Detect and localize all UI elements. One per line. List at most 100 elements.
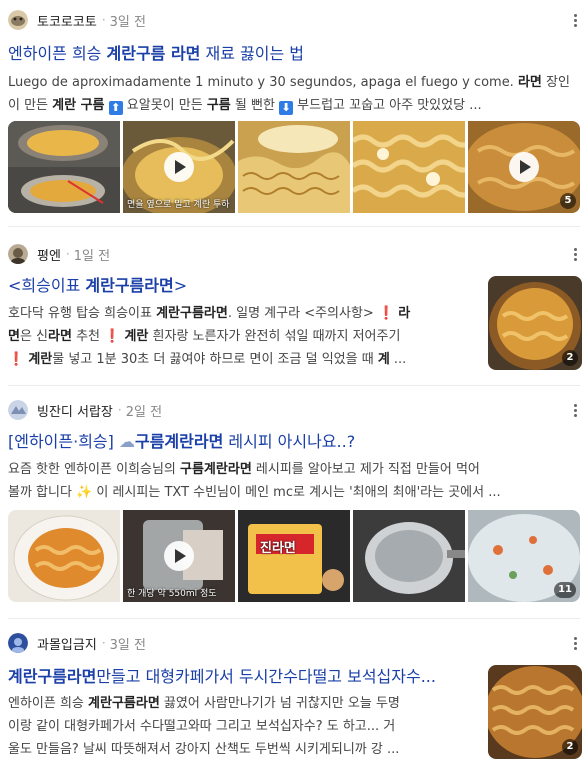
desc-text: 볼까 합니다 ✨ 이 레시피는 TXT 수빈님이 메인 mc로 계시는 '최애의… [8, 485, 501, 500]
title-text: [엔하이픈·희승] [8, 432, 119, 451]
product-label: 진라면 [260, 541, 296, 556]
post-4: 과몰입금지 · 3일 전 계란구름라면만들고 대형카페가서 두시간수다떨고 보석… [0, 619, 588, 774]
author-name[interactable]: 빙잔디 서랍장 [37, 401, 113, 420]
post-title[interactable]: 계란구름라면만들고 대형카페가서 두시간수다떨고 보석십자수... [8, 667, 474, 687]
author-avatar[interactable] [8, 244, 28, 264]
post-video[interactable]: 5 [468, 121, 580, 213]
desc-text: 이랑 같이 대형카페가서 수다떨고와따 그리고 보석십자수? 도 하고... 거 [8, 719, 396, 734]
image-strip: 면을 옆으로 밀고 계란 투하 5 [8, 121, 580, 213]
author-avatar[interactable] [8, 633, 28, 653]
post-thumbnail[interactable]: 2 [488, 665, 582, 759]
post-image[interactable]: 11 [468, 510, 580, 602]
image-caption: 면을 옆으로 밀고 계란 투하 [127, 200, 230, 210]
post-author-row: 과몰입금지 · 3일 전 [8, 633, 146, 653]
title-text: > [173, 276, 188, 295]
post-title[interactable]: [엔하이픈·희승] ☁구름계란라면 레시피 아시나요..? [8, 432, 568, 452]
post-time: 3일 전 [109, 637, 146, 653]
more-options-icon[interactable] [568, 244, 582, 264]
red-exclamation-emoji: ❗ [104, 329, 121, 344]
post-video[interactable]: 면을 옆으로 밀고 계란 투하 [123, 121, 235, 213]
desc-keyword: 라면 [517, 75, 542, 90]
desc-text: 부드럽고 꼬숩고 아주 맛있었당 ... [293, 98, 482, 113]
title-keyword: 계란구름 라면 [106, 44, 201, 63]
desc-text: 추천 [71, 329, 105, 344]
image-count-badge: 5 [560, 193, 576, 209]
author-name[interactable]: 과몰입금지 [37, 634, 97, 653]
desc-keyword: 라면 [48, 329, 72, 344]
desc-text: 흰자랑 노른자가 완전히 섞일 때까지 저어주기 [148, 329, 401, 344]
title-keyword: 구름계란라면 [134, 432, 224, 451]
author-name[interactable]: 토코로코토 [37, 11, 97, 30]
post-author-row: 토코로코토 · 3일 전 [8, 10, 146, 30]
cloud-emoji: ☁ [118, 432, 135, 451]
desc-text: . 일명 계구라 <주의사항> [227, 306, 378, 321]
post-1: 토코로코토 · 3일 전 엔하이픈 희승 계란구름 라면 재료 끓이는 법 Lu… [0, 0, 588, 225]
post-thumbnail[interactable]: 2 [488, 276, 582, 370]
play-icon[interactable] [509, 152, 539, 182]
desc-text: 요알못이 만든 [122, 98, 207, 113]
post-author-row: 평엔 · 1일 전 [8, 244, 110, 264]
post-time: 3일 전 [109, 14, 146, 30]
play-icon[interactable] [164, 152, 194, 182]
desc-text: 울도 만들음? 날씨 따뜻해져서 강아지 산책도 두번씩 시키게되니까 강 ..… [8, 742, 400, 757]
post-description: Luego de aproximadamente 1 minuto y 30 s… [8, 71, 580, 117]
more-options-icon[interactable] [568, 633, 582, 653]
desc-keyword: 계 [377, 352, 390, 367]
post-title[interactable]: <희승이표 계란구름라면> [8, 276, 478, 296]
separator-dot: · [65, 247, 70, 261]
desc-keyword: 계란 구름 [52, 98, 105, 113]
desc-keyword: 계란 [124, 329, 149, 344]
post-title[interactable]: 엔하이픈 희승 계란구름 라면 재료 끓이는 법 [8, 44, 568, 64]
title-keyword: 계란구름라면 [85, 276, 174, 295]
post-description: 요즘 핫한 엔하이픈 이희승님의 구름계란라면 레시피를 알아보고 제가 직접 … [8, 458, 580, 504]
red-exclamation-emoji: ❗ [8, 352, 25, 367]
post-author-row: 빙잔디 서랍장 · 2일 전 [8, 400, 162, 420]
desc-text: 물 넣고 1분 30초 더 끓여야 하므로 면이 조금 덜 익었을 때 [52, 352, 378, 367]
post-description: 호다닥 유행 탑승 희승이표 계란구름라면. 일명 계구라 <주의사항> ❗ 라… [8, 302, 478, 371]
post-image[interactable]: 진라면 [238, 510, 350, 602]
desc-keyword: 계란구름라면 [156, 306, 228, 321]
post-image[interactable] [353, 510, 465, 602]
desc-keyword: 계란구름라면 [88, 696, 160, 711]
title-text: <희승이표 [8, 276, 86, 295]
title-text: 만들고 대형카페가서 두시간수다떨고 보석십자수... [96, 667, 436, 686]
post-time: 2일 전 [125, 404, 163, 420]
post-description: 엔하이픈 희승 계란구름라면 끓였어 사람만나기가 넘 귀찮지만 오늘 두명 이… [8, 692, 478, 761]
desc-text: Luego de aproximadamente 1 minuto y 30 s… [8, 75, 518, 90]
image-strip: 한 개당 약 550ml 정도 진라면 11 [8, 510, 580, 602]
image-count-badge: 2 [562, 350, 578, 366]
desc-text: 레시피를 알아보고 제가 직접 만들어 먹어 [251, 462, 480, 477]
post-image[interactable] [8, 121, 120, 213]
post-image[interactable] [8, 510, 120, 602]
separator-dot: · [117, 403, 122, 417]
more-options-icon[interactable] [568, 400, 582, 420]
post-image[interactable] [238, 121, 350, 213]
desc-text: 엔하이픈 희승 [8, 696, 89, 711]
desc-text: 이 만든 [8, 98, 53, 113]
desc-text: 은 신 [19, 329, 49, 344]
desc-text: 될 뻔한 [230, 98, 280, 113]
post-time: 1일 전 [73, 248, 111, 264]
separator-dot: · [101, 636, 106, 650]
desc-text: 장인 [541, 75, 570, 90]
desc-text: 끓였어 사람만나기가 넘 귀찮지만 오늘 두명 [159, 696, 400, 711]
up-arrow-emoji: ⬆ [108, 101, 123, 115]
red-exclamation-emoji: ❗ [377, 306, 395, 321]
desc-text: 호다닥 유행 탑승 희승이표 [8, 306, 157, 321]
post-3: 빙잔디 서랍장 · 2일 전 [엔하이픈·희승] ☁구름계란라면 레시피 아시나… [0, 386, 588, 613]
title-text: 레시피 아시나요..? [223, 432, 356, 451]
desc-keyword: 면 [8, 329, 20, 344]
author-avatar[interactable] [8, 10, 28, 30]
post-video[interactable]: 한 개당 약 550ml 정도 [123, 510, 235, 602]
image-caption: 한 개당 약 550ml 정도 [127, 589, 217, 599]
title-keyword: 계란구름라면 [8, 667, 97, 686]
desc-keyword: 구름 [206, 98, 231, 113]
post-image[interactable] [353, 121, 465, 213]
down-arrow-emoji: ⬇ [279, 101, 294, 115]
author-name[interactable]: 평엔 [37, 245, 61, 264]
image-count-badge: 2 [562, 739, 578, 755]
author-avatar[interactable] [8, 400, 28, 420]
image-count-badge: 11 [554, 582, 576, 598]
more-options-icon[interactable] [568, 10, 582, 30]
play-icon[interactable] [164, 541, 194, 571]
